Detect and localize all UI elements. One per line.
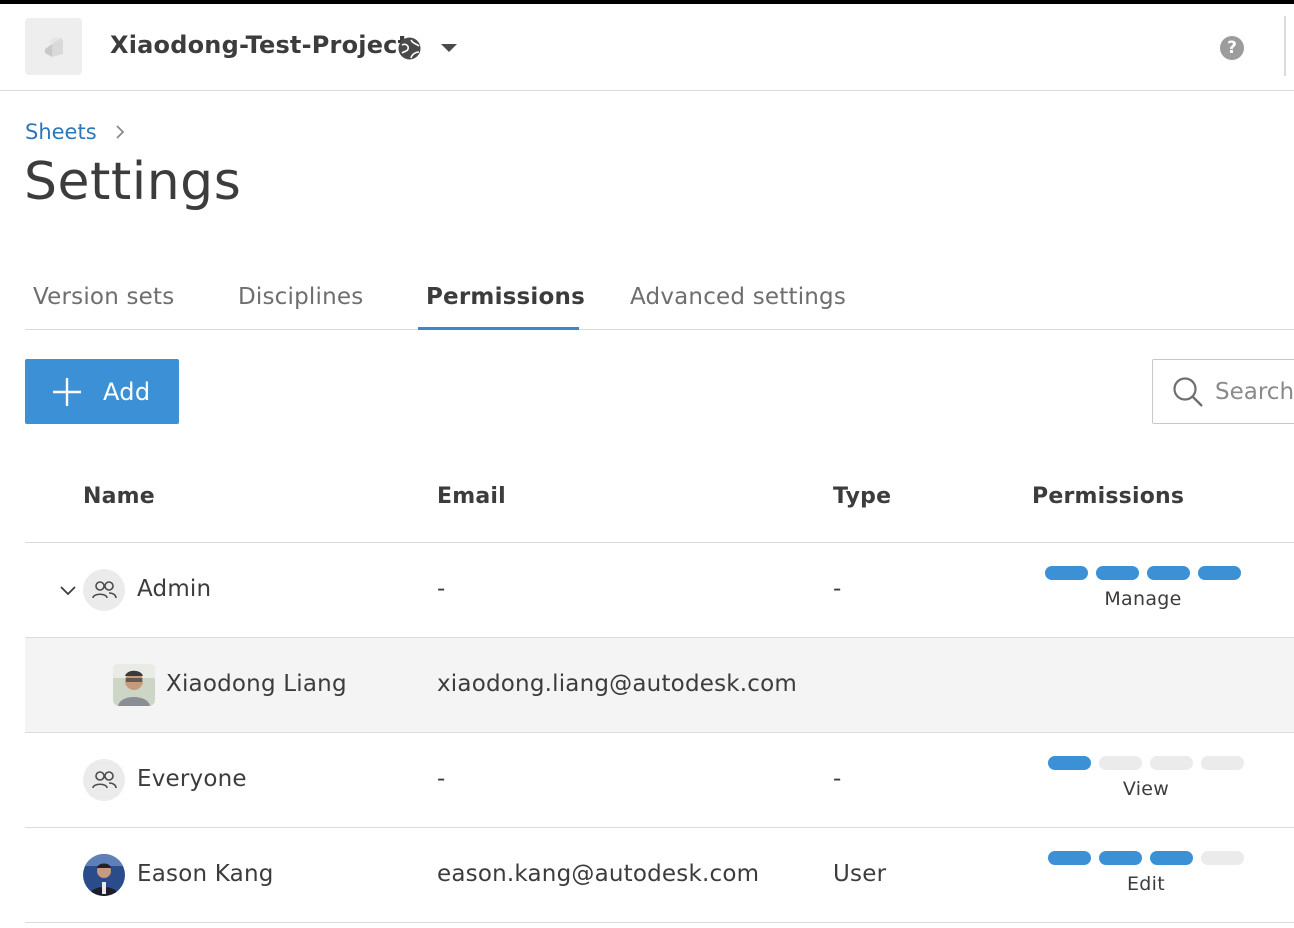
permission-bar — [1198, 566, 1241, 580]
permission-label: Edit — [1127, 873, 1165, 895]
permission-level[interactable]: Edit — [1046, 851, 1246, 895]
permission-level[interactable]: Manage — [1043, 566, 1243, 610]
permission-level[interactable]: View — [1046, 756, 1246, 800]
permission-bar — [1099, 851, 1142, 865]
row-type: - — [833, 576, 842, 602]
page-title: Settings — [24, 152, 242, 212]
permission-label: View — [1122, 778, 1170, 800]
tab-version-sets[interactable]: Version sets — [33, 284, 174, 310]
permission-bars — [1048, 756, 1244, 770]
search-input[interactable] — [1215, 378, 1294, 405]
permission-bar — [1045, 566, 1088, 580]
permission-bar — [1048, 851, 1091, 865]
permission-bar — [1099, 756, 1142, 770]
permission-bar — [1201, 756, 1244, 770]
column-header-name[interactable]: Name — [83, 484, 155, 509]
table-row[interactable]: Everyone - - View — [25, 733, 1294, 828]
globe-icon — [397, 36, 422, 65]
permission-bar — [1150, 756, 1193, 770]
permission-bar — [1147, 566, 1190, 580]
permission-bars — [1045, 566, 1241, 580]
row-email: eason.kang@autodesk.com — [437, 861, 760, 887]
group-icon — [83, 569, 125, 611]
group-icon — [83, 759, 125, 801]
add-button[interactable]: Add — [25, 359, 179, 424]
tab-disciplines[interactable]: Disciplines — [238, 284, 363, 310]
add-button-label: Add — [103, 377, 151, 406]
project-name[interactable]: Xiaodong-Test-Project — [110, 31, 409, 59]
tab-permissions[interactable]: Permissions — [426, 284, 585, 310]
column-header-permissions[interactable]: Permissions — [1032, 484, 1184, 509]
permission-bar — [1048, 756, 1091, 770]
row-email: xiaodong.liang@autodesk.com — [437, 671, 798, 697]
search-box[interactable] — [1152, 359, 1294, 424]
permission-bar — [1150, 851, 1193, 865]
search-icon — [1173, 376, 1203, 407]
permission-bar — [1201, 851, 1244, 865]
chevron-down-icon[interactable] — [59, 581, 77, 599]
breadcrumb: Sheets — [25, 120, 127, 144]
permissions-table: Name Email Type Permissions Admin - - Ma — [25, 450, 1294, 923]
permission-bar — [1096, 566, 1139, 580]
plus-icon — [53, 377, 81, 406]
table-row[interactable]: Admin - - Manage — [25, 543, 1294, 638]
row-name: Xiaodong Liang — [166, 671, 347, 697]
row-name: Eason Kang — [137, 861, 274, 887]
row-name: Admin — [137, 576, 212, 602]
row-type: User — [833, 861, 887, 887]
row-email: - — [437, 766, 446, 792]
app-logo-icon[interactable] — [25, 18, 82, 75]
app-header: Xiaodong-Test-Project ? — [0, 4, 1294, 91]
table-header: Name Email Type Permissions — [25, 450, 1294, 543]
permission-bars — [1048, 851, 1244, 865]
permission-label: Manage — [1104, 588, 1182, 610]
settings-tabs: Version sets Disciplines Permissions Adv… — [25, 270, 1294, 330]
help-icon[interactable]: ? — [1220, 36, 1244, 60]
caret-down-icon[interactable] — [438, 40, 460, 56]
table-row[interactable]: Xiaodong Liang xiaodong.liang@autodesk.c… — [25, 638, 1294, 733]
tab-advanced-settings[interactable]: Advanced settings — [630, 284, 846, 310]
column-header-email[interactable]: Email — [437, 484, 506, 509]
breadcrumb-link-sheets[interactable]: Sheets — [25, 120, 97, 144]
active-tab-indicator — [418, 327, 579, 330]
chevron-right-icon — [116, 125, 124, 139]
row-name: Everyone — [137, 766, 247, 792]
avatar — [113, 664, 155, 706]
column-header-type[interactable]: Type — [833, 484, 891, 509]
avatar — [83, 854, 125, 896]
row-type: - — [833, 766, 842, 792]
row-email: - — [437, 576, 446, 602]
table-row[interactable]: Eason Kang eason.kang@autodesk.com User … — [25, 828, 1294, 923]
header-divider — [1284, 16, 1286, 76]
